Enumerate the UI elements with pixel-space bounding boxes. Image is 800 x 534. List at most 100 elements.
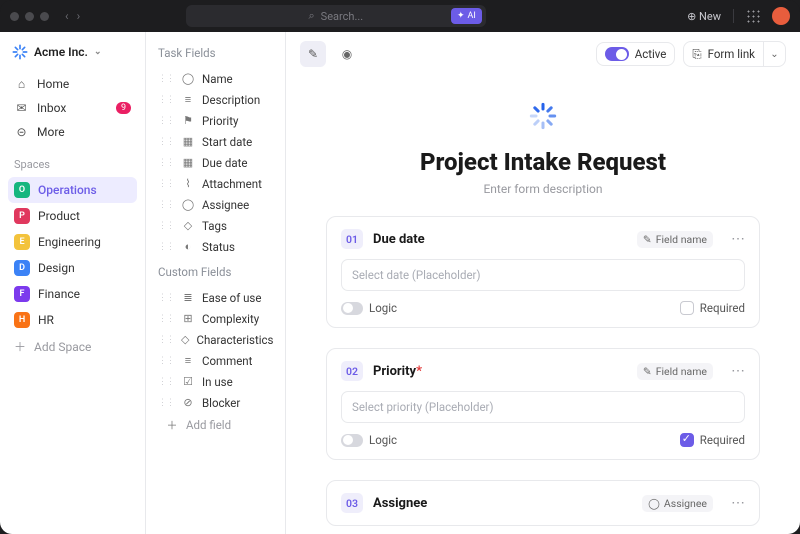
nav-more[interactable]: ⊝ More <box>8 120 137 144</box>
preview-mode-button[interactable]: ◉ <box>334 41 360 67</box>
nav-back-icon[interactable]: ‹ <box>65 9 69 23</box>
drag-handle-icon[interactable]: ⋮⋮ <box>158 398 174 408</box>
drag-handle-icon[interactable]: ⋮⋮ <box>158 137 174 147</box>
space-hr[interactable]: H HR <box>8 307 137 333</box>
new-button[interactable]: ⊕ New <box>687 10 721 23</box>
required-checkbox[interactable] <box>680 433 694 447</box>
custom-fields-heading: Custom Fields <box>152 263 279 287</box>
form-link-menu-button[interactable]: ⌄ <box>764 41 786 67</box>
logic-toggle[interactable] <box>341 434 363 447</box>
field-item[interactable]: ⋮⋮ ▦ Due date <box>152 152 279 173</box>
drag-handle-icon[interactable]: ⋮⋮ <box>158 377 174 387</box>
nav-inbox[interactable]: ✉ Inbox 9 <box>8 96 137 120</box>
space-label: HR <box>38 313 54 327</box>
field-item[interactable]: ⋮⋮ ◇ Tags <box>152 215 279 236</box>
field-label: In use <box>202 375 233 389</box>
drag-handle-icon[interactable]: ⋮⋮ <box>158 356 174 366</box>
space-product[interactable]: P Product <box>8 203 137 229</box>
field-label: Status <box>202 240 235 254</box>
nav-home[interactable]: ⌂ Home <box>8 72 137 96</box>
form-description-input[interactable]: Enter form description <box>326 182 760 196</box>
field-item[interactable]: ⋮⋮ ⚑ Priority <box>152 110 279 131</box>
nav-label: More <box>37 125 65 139</box>
field-label: Priority <box>202 114 238 128</box>
field-chip[interactable]: ✎ Field name <box>637 231 713 248</box>
form-title[interactable]: Project Intake Request <box>326 148 760 176</box>
workspace-switcher[interactable]: Acme Inc. ⌄ <box>8 42 137 72</box>
drag-handle-icon[interactable]: ⋮⋮ <box>158 116 174 126</box>
drag-handle-icon[interactable]: ⋮⋮ <box>158 179 174 189</box>
field-chip[interactable]: ◯ Assignee <box>642 495 713 512</box>
drag-handle-icon[interactable]: ⋮⋮ <box>158 74 174 84</box>
field-chip[interactable]: ✎ Field name <box>637 363 713 380</box>
plus-icon: ＋ <box>165 417 179 433</box>
field-item[interactable]: ⋮⋮ ◇ Characteristics <box>152 329 279 350</box>
field-item[interactable]: ⋮⋮ ≡ Description <box>152 89 279 110</box>
field-item[interactable]: ⋮⋮ ◯ Name <box>152 68 279 89</box>
window-controls[interactable] <box>10 12 49 21</box>
field-item[interactable]: ⋮⋮ ◯ Assignee <box>152 194 279 215</box>
field-menu-button[interactable]: ⋯ <box>731 231 745 247</box>
field-menu-button[interactable]: ⋯ <box>731 363 745 379</box>
logic-toggle[interactable] <box>341 302 363 315</box>
drag-handle-icon[interactable]: ⋮⋮ <box>158 221 174 231</box>
calendar-icon: ▦ <box>181 135 195 148</box>
field-item[interactable]: ⋮⋮ ⊘ Blocker <box>152 392 279 413</box>
field-menu-button[interactable]: ⋯ <box>731 495 745 511</box>
global-search-input[interactable]: ⌕ Search... ✦ AI <box>186 5 486 27</box>
drag-handle-icon[interactable]: ⋮⋮ <box>158 200 174 210</box>
user-avatar[interactable] <box>772 7 790 25</box>
field-item[interactable]: ⋮⋮ ▦ Start date <box>152 131 279 152</box>
pencil-icon: ✎ <box>308 47 318 61</box>
grid-icon: ⊞ <box>181 312 195 325</box>
field-value-input[interactable]: Select priority (Placeholder) <box>341 391 745 423</box>
required-checkbox[interactable] <box>680 301 694 315</box>
active-toggle[interactable]: Active <box>596 42 676 66</box>
space-engineering[interactable]: E Engineering <box>8 229 137 255</box>
field-number: 03 <box>341 493 363 513</box>
drag-handle-icon[interactable]: ⋮⋮ <box>158 335 174 345</box>
ai-badge[interactable]: ✦ AI <box>451 8 482 24</box>
drag-handle-icon[interactable]: ⋮⋮ <box>158 95 174 105</box>
add-field-label: Add field <box>186 418 231 432</box>
drag-handle-icon[interactable]: ⋮⋮ <box>158 158 174 168</box>
field-item[interactable]: ⋮⋮ ☑ In use <box>152 371 279 392</box>
add-field-button[interactable]: ＋ Add field <box>152 413 279 436</box>
search-placeholder: Search... <box>321 10 364 23</box>
field-title[interactable]: Due date <box>373 232 425 247</box>
drag-handle-icon[interactable]: ⋮⋮ <box>158 293 174 303</box>
add-space-label: Add Space <box>34 340 91 354</box>
field-title[interactable]: Priority* <box>373 364 422 379</box>
field-number: 02 <box>341 361 363 381</box>
space-label: Engineering <box>38 235 101 249</box>
field-item[interactable]: ⋮⋮ ⌇ Attachment <box>152 173 279 194</box>
field-title[interactable]: Assignee <box>373 496 427 511</box>
form-field-card[interactable]: 02 Priority* ✎ Field name ⋯ Select prior… <box>326 348 760 460</box>
field-label: Blocker <box>202 396 240 410</box>
space-badge: F <box>14 286 30 302</box>
nav-forward-icon[interactable]: › <box>77 9 81 23</box>
field-item[interactable]: ⋮⋮ ⊞ Complexity <box>152 308 279 329</box>
add-space-button[interactable]: ＋ Add Space <box>8 333 137 360</box>
apps-grid-icon[interactable] <box>746 9 760 23</box>
user-icon: ◯ <box>181 198 195 211</box>
space-design[interactable]: D Design <box>8 255 137 281</box>
field-item[interactable]: ⋮⋮ ◐ Status <box>152 236 279 257</box>
form-field-card[interactable]: 03 Assignee ◯ Assignee ⋯ <box>326 480 760 526</box>
flag-icon: ⚑ <box>181 114 195 127</box>
field-label: Name <box>202 72 233 86</box>
drag-handle-icon[interactable]: ⋮⋮ <box>158 242 174 252</box>
edit-mode-button[interactable]: ✎ <box>300 41 326 67</box>
drag-handle-icon[interactable]: ⋮⋮ <box>158 314 174 324</box>
check-icon: ☑ <box>181 375 195 388</box>
form-link-button[interactable]: ⎘ Form link <box>683 41 764 67</box>
space-operations[interactable]: O Operations <box>8 177 137 203</box>
field-value-input[interactable]: Select date (Placeholder) <box>341 259 745 291</box>
field-label: Ease of use <box>202 291 261 305</box>
form-field-card[interactable]: 01 Due date ✎ Field name ⋯ Select date (… <box>326 216 760 328</box>
field-label: Attachment <box>202 177 262 191</box>
field-item[interactable]: ⋮⋮ ≣ Ease of use <box>152 287 279 308</box>
space-finance[interactable]: F Finance <box>8 281 137 307</box>
field-item[interactable]: ⋮⋮ ≡ Comment <box>152 350 279 371</box>
user-icon: ◯ <box>181 72 195 85</box>
